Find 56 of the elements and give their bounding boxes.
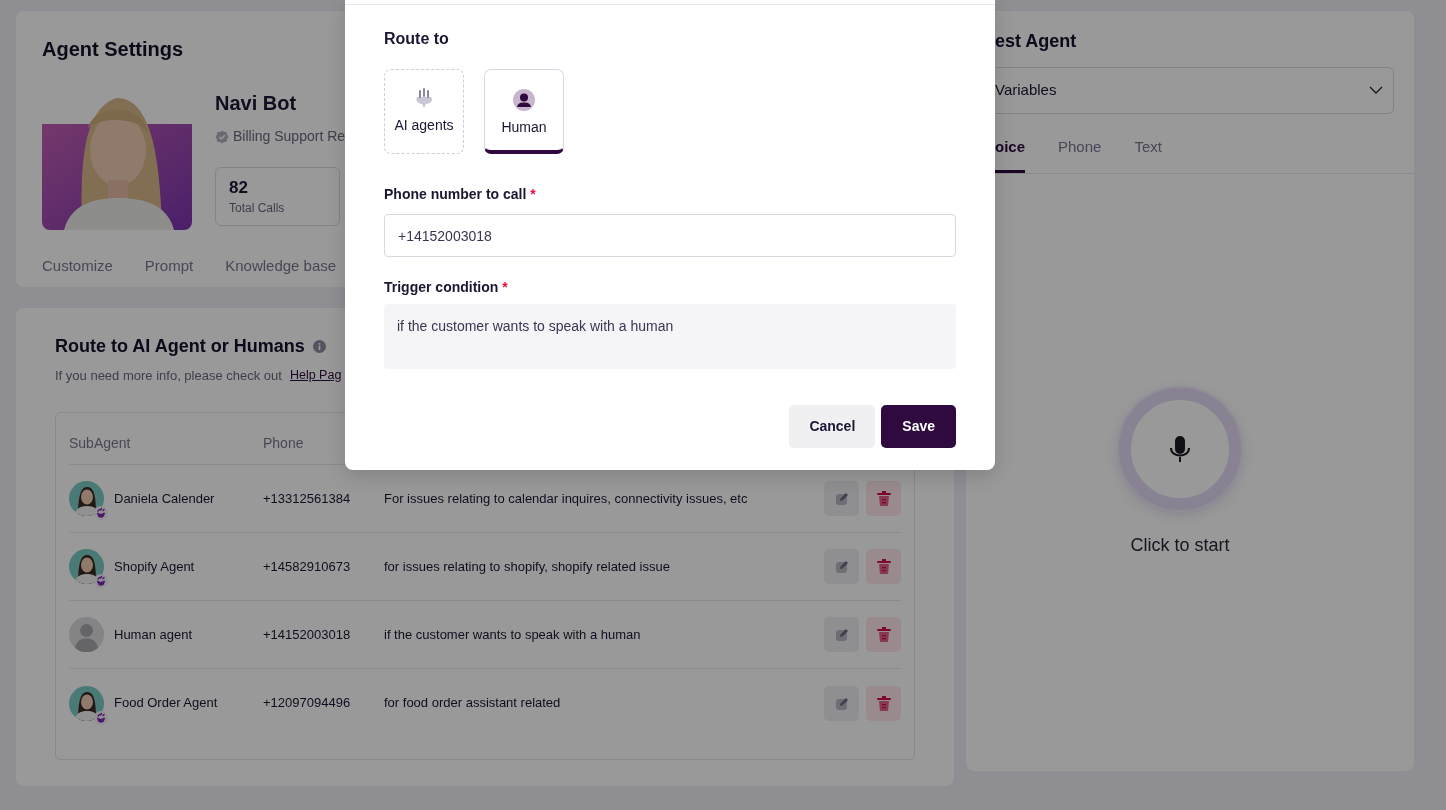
user-icon	[513, 88, 535, 111]
info-icon	[312, 340, 326, 354]
pencil-icon	[834, 559, 849, 575]
trash-icon	[876, 695, 891, 711]
route-option[interactable]: AI agents	[384, 69, 464, 154]
table-cell-text: +13312561384	[263, 489, 352, 508]
phone-input[interactable]: +14152003018	[384, 214, 956, 257]
table-cell-text: +14152003018	[263, 625, 352, 644]
table-cell: if the customer wants to speak with a human	[384, 626, 641, 642]
stat-label: Total Calls	[229, 200, 286, 217]
column-header: SubAgent	[69, 434, 132, 454]
field-label: Trigger condition *	[384, 278, 509, 297]
table-cell-text: Human agent	[114, 625, 193, 644]
help-text: If you need more info, please check out	[55, 366, 282, 385]
route-option[interactable]: Human	[484, 69, 564, 154]
field-label: Phone number to call *	[384, 185, 537, 204]
table-cell-text: Food Order Agent	[114, 694, 218, 713]
card-title: est Agent	[995, 31, 1077, 53]
delete-button[interactable]	[866, 481, 901, 517]
table-cell-text: +14582910673	[263, 557, 352, 576]
microphone-icon	[1169, 436, 1191, 463]
delete-button[interactable]	[866, 685, 901, 721]
verified-icon	[215, 129, 229, 144]
column-header: Phone	[263, 434, 305, 454]
chevron-down-icon	[1369, 86, 1383, 95]
delete-button[interactable]	[866, 617, 901, 653]
trash-icon	[876, 491, 891, 507]
start-hint: Click to start	[1130, 534, 1230, 558]
trash-icon	[876, 559, 891, 575]
save-button[interactable]: Save	[881, 405, 956, 448]
trash-icon	[876, 627, 891, 643]
card-title: Route to AI Agent or Humans	[55, 336, 305, 358]
table-cell-text: Shopify Agent	[114, 557, 195, 576]
card-title: Agent Settings	[42, 37, 184, 61]
table-cell: for issues relating to shopify, shopify related issue	[384, 558, 670, 574]
condition-input[interactable]: if the customer wants to speak with a human	[384, 304, 956, 369]
pencil-icon	[834, 627, 849, 643]
table-cell: for food order assistant related	[384, 695, 561, 711]
variables-dropdown[interactable]: Variables	[995, 66, 1394, 114]
pencil-icon	[834, 695, 849, 711]
pencil-icon	[834, 491, 849, 507]
delete-button[interactable]	[866, 549, 901, 585]
help-link[interactable]: Help Pag	[289, 365, 342, 386]
section-title: Route to	[384, 29, 450, 49]
table-cell: For issues relating to calendar inquires, connectivity issues, etc	[384, 490, 748, 506]
cancel-button[interactable]: Cancel	[789, 405, 876, 448]
avatar-icon	[69, 617, 104, 653]
table-cell-text: +12097094496	[263, 694, 352, 713]
agent-name: Navi Bot	[215, 91, 298, 116]
edit-button[interactable]	[824, 685, 859, 721]
stat-value: 82	[229, 177, 249, 199]
table-cell-text: Daniela Calender	[114, 489, 215, 508]
edit-button[interactable]	[824, 617, 859, 653]
edit-button[interactable]	[824, 481, 859, 517]
edit-button[interactable]	[824, 549, 859, 585]
agent-role: Billing Support Re	[233, 127, 346, 146]
